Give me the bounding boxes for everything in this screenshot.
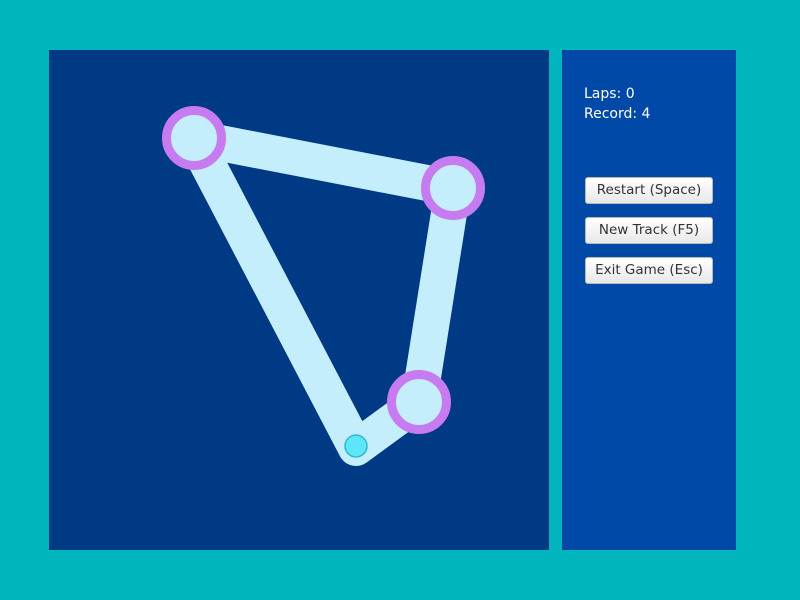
track-canvas[interactable] (49, 50, 549, 550)
player-ball[interactable] (344, 434, 368, 458)
playfield[interactable] (49, 50, 549, 550)
new-track-button[interactable]: New Track (F5) (585, 217, 713, 244)
side-panel: Laps: 0 Record: 4 Restart (Space) New Tr… (562, 50, 736, 550)
record-value: 4 (641, 106, 651, 122)
laps-label: Laps: (584, 86, 622, 102)
checkpoint-2 (421, 156, 485, 220)
record-label: Record: (584, 106, 638, 122)
exit-game-button[interactable]: Exit Game (Esc) (585, 257, 713, 284)
checkpoint-3 (387, 370, 451, 434)
record-counter: Record: 4 (584, 106, 650, 122)
checkpoint-1 (162, 106, 226, 170)
laps-value: 0 (625, 86, 635, 102)
restart-button[interactable]: Restart (Space) (585, 177, 713, 204)
laps-counter: Laps: 0 (584, 86, 635, 102)
